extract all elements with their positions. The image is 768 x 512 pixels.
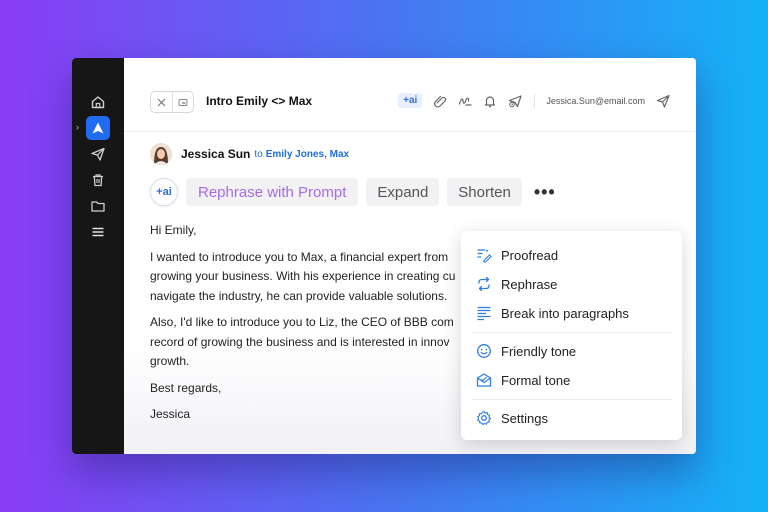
send-icon <box>656 94 670 108</box>
sidebar-item-trash[interactable] <box>86 168 110 192</box>
recipients[interactable]: Emily Jones, Max <box>266 149 349 160</box>
email-subject: Intro Emily <> Max <box>206 94 313 108</box>
gear-icon <box>475 409 493 427</box>
paragraphs-icon <box>475 304 493 322</box>
popout-button[interactable] <box>171 92 194 112</box>
more-options-button[interactable]: ••• <box>534 182 556 203</box>
signature-icon[interactable] <box>458 94 472 108</box>
menu-item-settings[interactable]: Settings <box>475 406 672 430</box>
menu-item-break-into-paragraphs[interactable]: Break into paragraphs <box>475 301 672 325</box>
formal-envelope-icon <box>475 371 493 389</box>
rephrase-icon <box>475 275 493 293</box>
menu-item-proofread[interactable]: Proofread <box>475 243 672 267</box>
shorten-button[interactable]: Shorten <box>447 178 522 206</box>
send-later-icon[interactable] <box>508 94 523 108</box>
menu-divider <box>471 399 672 400</box>
menu-item-friendly-tone[interactable]: Friendly tone <box>475 339 672 363</box>
sidebar-item-compose[interactable] <box>86 116 110 140</box>
ai-options-menu: Proofread Rephrase Break into paragraphs… <box>461 231 682 440</box>
sidebar-item-folder[interactable] <box>86 194 110 218</box>
to-prefix: to <box>254 148 263 160</box>
menu-item-rephrase[interactable]: Rephrase <box>475 272 672 296</box>
send-icon <box>90 146 106 162</box>
send-button[interactable] <box>656 94 670 108</box>
expand-button[interactable]: Expand <box>366 178 440 206</box>
ai-assistant-button[interactable]: +ai <box>150 178 178 206</box>
menu-item-label: Settings <box>501 410 548 426</box>
proofread-icon <box>475 246 493 264</box>
window-controls <box>150 91 194 113</box>
menu-item-label: Friendly tone <box>501 343 577 359</box>
sidebar-item-sent[interactable] <box>86 142 110 166</box>
chevron-right-icon: › <box>76 122 79 132</box>
menu-icon <box>90 224 106 240</box>
sender-name: Jessica Sun <box>181 147 251 161</box>
ai-chip-button[interactable]: +ai <box>398 93 423 108</box>
toolbar-divider <box>534 93 536 108</box>
sidebar-item-home[interactable] <box>86 90 110 114</box>
avatar <box>150 143 172 165</box>
smile-icon <box>475 342 493 360</box>
header-toolbar: +ai Jessica.Sun@email.com <box>398 93 670 108</box>
sidebar-item-menu[interactable] <box>86 220 110 244</box>
menu-item-label: Formal tone <box>501 372 571 388</box>
home-icon <box>90 94 106 110</box>
sidebar: › <box>72 58 124 454</box>
ai-action-bar: +ai Rephrase with Prompt Expand Shorten … <box>150 178 556 206</box>
attachment-icon[interactable] <box>433 94 447 108</box>
menu-divider <box>471 332 672 333</box>
close-icon <box>157 98 166 106</box>
from-account[interactable]: Jessica.Sun@email.com <box>546 96 645 106</box>
email-header: Intro Emily <> Max +ai Jessica.Sun@email… <box>124 58 696 132</box>
popout-icon <box>178 98 188 106</box>
close-button[interactable] <box>151 92 172 112</box>
sender-row: Jessica Sun to Emily Jones, Max <box>150 143 349 165</box>
folder-icon <box>90 198 106 214</box>
menu-item-formal-tone[interactable]: Formal tone <box>475 368 672 392</box>
bell-icon[interactable] <box>483 94 497 108</box>
compose-icon <box>91 121 105 135</box>
menu-item-label: Proofread <box>501 247 559 263</box>
trash-icon <box>90 172 106 188</box>
rephrase-with-prompt-button[interactable]: Rephrase with Prompt <box>186 178 359 206</box>
menu-item-label: Break into paragraphs <box>501 305 629 321</box>
menu-item-label: Rephrase <box>501 276 558 292</box>
